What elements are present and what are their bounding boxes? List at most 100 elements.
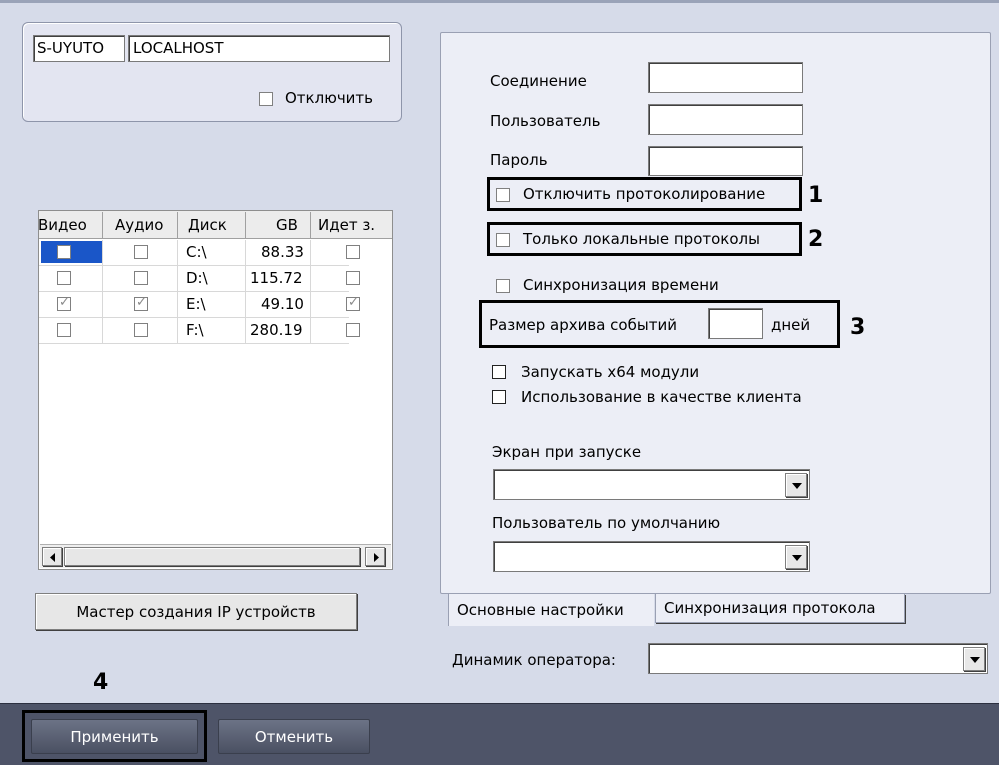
server-host-field[interactable]: LOCALHOST <box>128 35 390 62</box>
table-row[interactable]: C:\ 88.33 <box>39 240 392 264</box>
col-header-audio[interactable]: Аудио <box>115 218 163 233</box>
table-row[interactable]: F:\ 280.19 <box>39 318 392 342</box>
scroll-right-button[interactable] <box>365 547 385 566</box>
ip-device-wizard-button[interactable]: Мастер создания IP устройств <box>35 593 357 630</box>
apply-button[interactable]: Применить <box>31 719 198 754</box>
col-divider <box>310 212 311 239</box>
video-checkbox[interactable] <box>57 245 71 259</box>
col-header-disk[interactable]: Диск <box>188 218 227 233</box>
chevron-down-icon <box>970 657 980 663</box>
disk-cell: D:\ <box>186 269 208 287</box>
startup-screen-dropdown-button[interactable] <box>785 473 807 497</box>
triangle-left-icon <box>50 553 55 562</box>
tab-log-sync-label: Синхронизация протокола <box>664 599 876 617</box>
disk-cell: C:\ <box>186 243 207 261</box>
cancel-button-label: Отменить <box>254 728 334 746</box>
default-user-dropdown-button[interactable] <box>785 545 807 569</box>
row-divider <box>39 343 349 344</box>
col-grid <box>102 240 103 344</box>
row-divider <box>39 265 349 266</box>
archive-size-unit: дней <box>771 316 811 334</box>
col-header-writing[interactable]: Идет з. <box>318 218 375 233</box>
user-label: Пользователь <box>490 112 601 130</box>
apply-button-label: Применить <box>70 728 159 746</box>
video-checkbox[interactable] <box>57 271 71 285</box>
scroll-left-button[interactable] <box>42 547 62 566</box>
startup-screen-select[interactable] <box>493 469 810 500</box>
table-row[interactable]: E:\ 49.10 <box>39 292 392 316</box>
marker-4: 4 <box>93 670 109 695</box>
writing-checkbox[interactable] <box>346 245 360 259</box>
server-host-value: LOCALHOST <box>133 39 224 57</box>
video-checkbox[interactable] <box>57 323 71 337</box>
col-grid <box>177 240 178 344</box>
gb-cell: 115.72 <box>250 269 303 287</box>
row-divider <box>39 317 349 318</box>
tab-main-settings-label: Основные настройки <box>457 601 624 619</box>
marker-3: 3 <box>850 315 866 340</box>
tab-log-sync[interactable]: Синхронизация протокола <box>655 594 905 623</box>
time-sync-label: Синхронизация времени <box>523 276 719 294</box>
audio-checkbox[interactable] <box>134 271 148 285</box>
disk-cell: E:\ <box>186 295 206 313</box>
video-checkbox[interactable] <box>57 295 71 311</box>
marker-1: 1 <box>808 183 824 208</box>
gb-cell: 280.19 <box>250 321 303 339</box>
operator-speaker-label: Динамик оператора: <box>452 651 616 669</box>
local-logs-checkbox[interactable] <box>496 233 510 247</box>
triangle-right-icon <box>374 553 379 562</box>
col-header-video[interactable]: Видео <box>38 218 87 233</box>
disable-logging-checkbox[interactable] <box>496 188 510 202</box>
password-label: Пароль <box>490 151 548 169</box>
writing-checkbox[interactable] <box>346 295 360 311</box>
user-field[interactable] <box>648 104 803 135</box>
ip-device-wizard-label: Мастер создания IP устройств <box>76 603 316 621</box>
client-use-label: Использование в качестве клиента <box>521 388 802 406</box>
writing-checkbox[interactable] <box>346 323 360 337</box>
writing-checkbox[interactable] <box>346 271 360 285</box>
chevron-down-icon <box>792 483 802 489</box>
default-user-select[interactable] <box>493 541 810 572</box>
default-user-label: Пользователь по умолчанию <box>492 514 721 532</box>
local-logs-label: Только локальные протоколы <box>523 230 760 248</box>
gb-cell: 88.33 <box>261 243 304 261</box>
audio-checkbox[interactable] <box>134 245 148 259</box>
row-divider <box>39 291 349 292</box>
selected-cell[interactable] <box>41 241 102 263</box>
col-grid <box>310 240 311 344</box>
disable-logging-label: Отключить протоколирование <box>523 185 766 203</box>
col-divider <box>177 212 178 239</box>
run-x64-checkbox[interactable] <box>492 365 506 379</box>
horizontal-scrollbar[interactable] <box>40 544 391 568</box>
time-sync-checkbox[interactable] <box>496 279 510 293</box>
run-x64-label: Запускать x64 модули <box>521 363 700 381</box>
server-id-value: S-UYUTO <box>37 39 105 57</box>
disable-server-label: Отключить <box>285 89 374 107</box>
connection-field[interactable] <box>648 62 803 93</box>
audio-checkbox[interactable] <box>134 323 148 337</box>
col-divider <box>245 212 246 239</box>
cancel-button[interactable]: Отменить <box>218 719 370 754</box>
server-id-field[interactable]: S-UYUTO <box>33 35 125 62</box>
scroll-thumb[interactable] <box>64 547 360 566</box>
col-header-gb[interactable]: GB <box>276 218 298 233</box>
disk-table <box>38 210 393 570</box>
disable-server-checkbox[interactable] <box>259 92 273 106</box>
client-use-checkbox[interactable] <box>492 390 506 404</box>
audio-checkbox[interactable] <box>134 295 148 311</box>
connection-label: Соединение <box>490 72 587 90</box>
chevron-down-icon <box>792 555 802 561</box>
disk-cell: F:\ <box>186 321 204 339</box>
tab-main-settings[interactable]: Основные настройки <box>448 594 654 626</box>
gb-cell: 49.10 <box>261 295 304 313</box>
top-border <box>0 0 999 3</box>
password-field[interactable] <box>648 146 803 176</box>
col-grid <box>245 240 246 344</box>
table-row[interactable]: D:\ 115.72 <box>39 266 392 290</box>
startup-screen-label: Экран при запуске <box>492 443 642 461</box>
operator-speaker-dropdown-button[interactable] <box>963 647 985 671</box>
operator-speaker-select[interactable] <box>648 643 988 674</box>
archive-size-field[interactable] <box>708 308 763 339</box>
archive-size-label: Размер архива событий <box>489 316 677 334</box>
marker-2: 2 <box>808 227 824 252</box>
